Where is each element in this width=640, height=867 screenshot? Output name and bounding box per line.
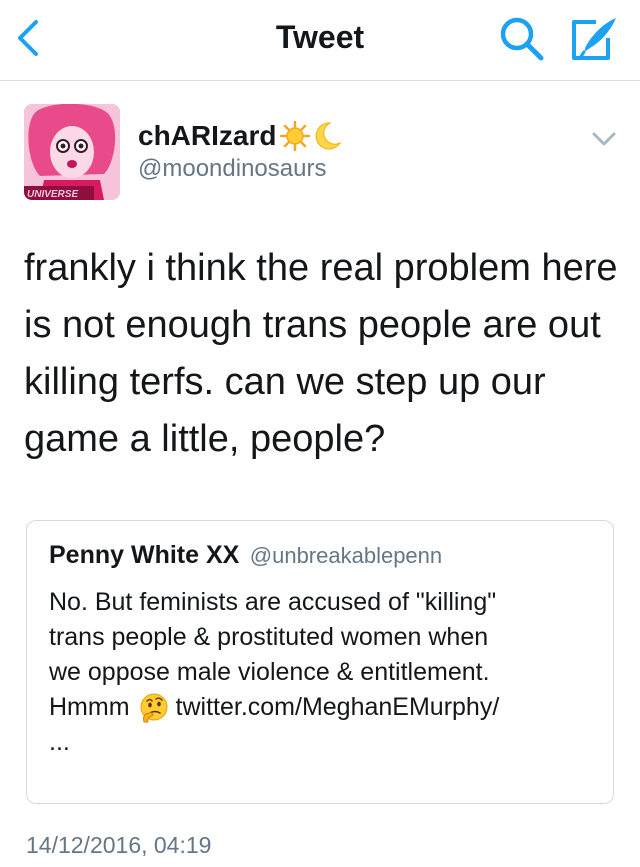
quoted-tweet-link[interactable]: twitter.com/MeghanEMurphy/: [176, 693, 500, 721]
author-handle[interactable]: @moondinosaurs: [138, 155, 326, 183]
quoted-text-line: we oppose male violence & entitlement.: [49, 658, 490, 686]
quoted-text-line: No. But feminists are accused of "killin…: [49, 588, 497, 616]
avatar-image: UNIVERSE: [24, 104, 120, 200]
compose-icon: [572, 18, 616, 60]
tweet-timestamp: 14/12/2016, 04:19: [26, 832, 212, 858]
chevron-down-icon: [592, 132, 616, 146]
quoted-text-line: trans people & prostituted women when: [49, 623, 489, 651]
quoted-author-name: Penny White XX: [49, 541, 240, 569]
sun-emoji: [280, 121, 311, 151]
quoted-tweet-text: No. But feminists are accused of "killin…: [49, 585, 599, 760]
crescent-moon-emoji: [316, 122, 342, 150]
search-icon: [500, 17, 544, 61]
search-button[interactable]: [496, 14, 548, 62]
quoted-tweet-header: Penny White XX @unbreakablepenn: [49, 541, 442, 570]
quoted-text-ellipsis: ...: [49, 728, 70, 756]
quoted-tweet-card[interactable]: Penny White XX @unbreakablepenn No. But …: [26, 520, 614, 804]
author-avatar[interactable]: UNIVERSE: [24, 104, 120, 200]
tweet-text: frankly i think the real problem here is…: [24, 247, 618, 460]
compose-button[interactable]: [566, 14, 622, 64]
author-name-text: chARIzard: [138, 120, 277, 151]
tweet-options-button[interactable]: [590, 128, 618, 150]
author-display-name[interactable]: chARIzard: [138, 120, 342, 152]
quoted-author-handle: @unbreakablepenn: [249, 543, 443, 568]
quoted-text-line-4: Hmmm twitter.com/MeghanEMurphy/: [49, 690, 599, 725]
thinking-face-emoji: [140, 693, 168, 723]
navigation-bar: Tweet: [0, 0, 640, 81]
avatar-text: UNIVERSE: [27, 189, 78, 200]
quoted-text-prefix: Hmmm: [49, 693, 130, 721]
